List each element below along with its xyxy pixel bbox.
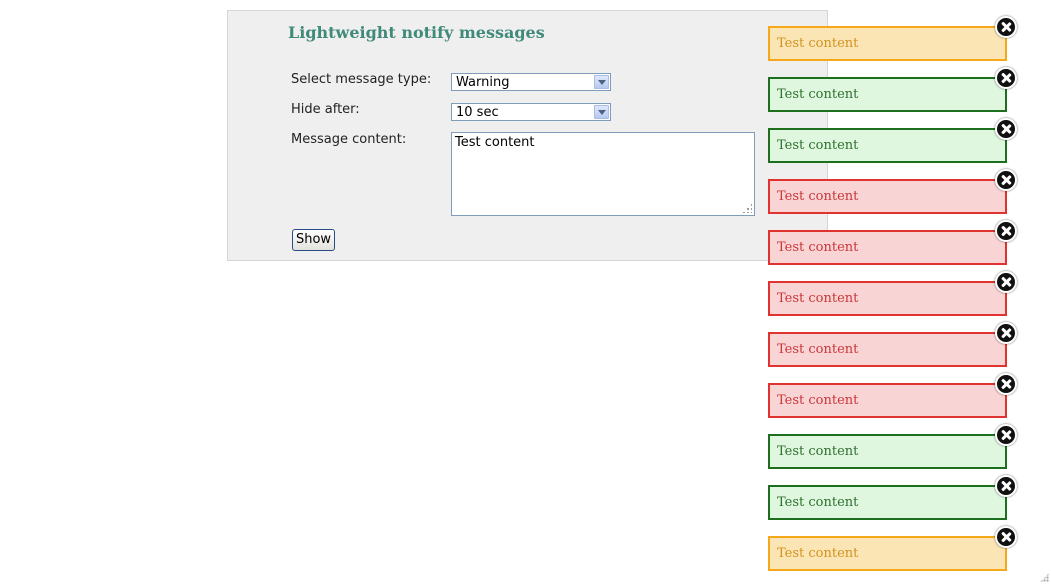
notification-warning: Test content xyxy=(768,16,1017,61)
close-icon[interactable] xyxy=(995,220,1017,242)
panel-title: Lightweight notify messages xyxy=(288,23,545,42)
message-content-textarea[interactable]: Test content xyxy=(451,132,755,216)
notification-success: Test content xyxy=(768,475,1017,520)
notification-text: Test content xyxy=(777,546,859,561)
close-icon[interactable] xyxy=(995,475,1017,497)
notification-text: Test content xyxy=(777,87,859,102)
notification-error: Test content xyxy=(768,169,1017,214)
close-icon[interactable] xyxy=(995,271,1017,293)
notification-error: Test content xyxy=(768,220,1017,265)
chevron-down-icon[interactable] xyxy=(594,105,609,119)
notify-demo-panel: Lightweight notify messages Select messa… xyxy=(227,10,828,261)
notification-text: Test content xyxy=(777,240,859,255)
message-content-value: Test content xyxy=(455,135,535,150)
notification-success: Test content xyxy=(768,118,1017,163)
notification-text: Test content xyxy=(777,189,859,204)
close-icon[interactable] xyxy=(995,16,1017,38)
notification-text: Test content xyxy=(777,444,859,459)
notification-text: Test content xyxy=(777,138,859,153)
page: Lightweight notify messages Select messa… xyxy=(0,0,1051,584)
notification-text: Test content xyxy=(777,291,859,306)
message-type-select[interactable]: Warning xyxy=(451,73,611,91)
hide-after-select[interactable]: 10 sec xyxy=(451,103,611,121)
resize-grip-icon[interactable] xyxy=(1040,573,1049,582)
close-icon[interactable] xyxy=(995,322,1017,344)
close-icon[interactable] xyxy=(995,169,1017,191)
close-icon[interactable] xyxy=(995,373,1017,395)
close-icon[interactable] xyxy=(995,67,1017,89)
notification-error: Test content xyxy=(768,322,1017,367)
notification-text: Test content xyxy=(777,495,859,510)
chevron-down-icon[interactable] xyxy=(594,75,609,89)
message-content-label: Message content: xyxy=(291,132,407,147)
message-type-label: Select message type: xyxy=(291,72,432,87)
notification-warning: Test content xyxy=(768,526,1017,571)
notification-success: Test content xyxy=(768,67,1017,112)
hide-after-value: 10 sec xyxy=(456,105,499,120)
message-type-value: Warning xyxy=(456,75,510,90)
hide-after-label: Hide after: xyxy=(291,102,360,117)
notification-success: Test content xyxy=(768,424,1017,469)
notification-text: Test content xyxy=(777,393,859,408)
close-icon[interactable] xyxy=(995,526,1017,548)
notification-error: Test content xyxy=(768,373,1017,418)
notification-text: Test content xyxy=(777,342,859,357)
show-button[interactable]: Show xyxy=(292,229,335,251)
close-icon[interactable] xyxy=(995,118,1017,140)
notification-text: Test content xyxy=(777,36,859,51)
notification-error: Test content xyxy=(768,271,1017,316)
close-icon[interactable] xyxy=(995,424,1017,446)
resize-grip-icon[interactable] xyxy=(742,203,752,213)
